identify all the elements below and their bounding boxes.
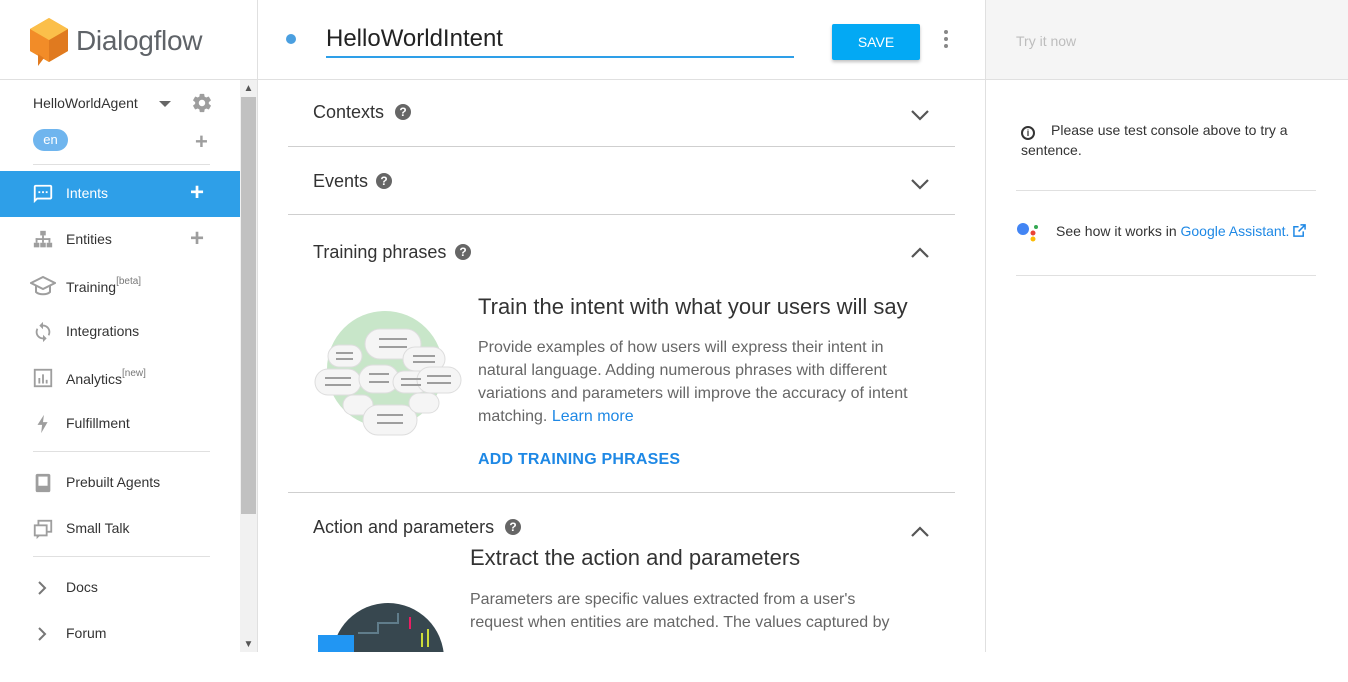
small-talk-icon <box>33 519 53 540</box>
status-dot <box>286 34 296 44</box>
sidebar-nav: HelloWorldAgent en + Intents + Entities … <box>0 80 240 652</box>
logo-row: Dialogflow <box>0 0 257 80</box>
sidebar-item-fulfillment[interactable]: Fulfillment <box>0 401 240 447</box>
dialogflow-logo-icon <box>30 18 68 66</box>
section-title: Contexts <box>313 102 385 122</box>
help-icon[interactable]: ? <box>376 173 392 189</box>
sidebar-item-forum[interactable]: Forum <box>0 611 240 652</box>
section-title: Training phrases <box>313 242 447 262</box>
section-title: Action and parameters <box>313 517 495 537</box>
external-link-icon[interactable] <box>1293 224 1307 237</box>
sidebar-item-label: Small Talk <box>66 520 130 536</box>
help-icon[interactable]: ? <box>455 244 471 260</box>
learn-more-link[interactable]: Learn more <box>552 408 634 425</box>
sidebar-item-training[interactable]: Training[beta] <box>0 263 240 309</box>
section-action-parameters: Action and parameters ? Extract the acti… <box>288 493 955 652</box>
info-message: i Please use test console above to try a … <box>1021 122 1288 158</box>
section-training-phrases: Training phrases ? Train the intent with… <box>288 215 955 492</box>
sidebar-item-label: Prebuilt Agents <box>66 474 161 490</box>
help-icon[interactable]: ? <box>505 519 521 535</box>
sidebar-item-label: Integrations <box>66 323 140 339</box>
sidebar: Dialogflow HelloWorldAgent en + Intents … <box>0 0 258 652</box>
add-entity-icon[interactable]: + <box>190 227 204 251</box>
add-training-phrases-button[interactable]: ADD TRAINING PHRASES <box>478 451 680 469</box>
try-it-bar <box>986 0 1348 80</box>
test-console: iPlease use test console above to try a … <box>985 0 1348 652</box>
analytics-icon <box>33 368 53 388</box>
chevron-right-icon <box>38 581 47 595</box>
training-description: Provide examples of how users will expre… <box>478 339 908 425</box>
chevron-up-icon[interactable] <box>910 525 930 539</box>
entities-icon <box>33 230 53 248</box>
sidebar-item-label: Analytics[new] <box>66 368 146 387</box>
divider <box>33 556 210 557</box>
section-title: Events <box>313 171 369 191</box>
intent-name-input[interactable] <box>326 22 794 58</box>
add-language-icon[interactable]: + <box>195 131 208 153</box>
divider <box>33 164 210 165</box>
add-intent-icon[interactable]: + <box>190 181 204 205</box>
app-name: Dialogflow <box>76 25 203 56</box>
intents-icon <box>33 184 53 204</box>
try-it-input[interactable] <box>1016 30 1316 52</box>
action-parameters-illustration <box>318 603 444 652</box>
divider <box>33 451 210 452</box>
assistant-prefix: See how it works in <box>1056 223 1177 239</box>
sidebar-item-label: Entities <box>66 231 112 247</box>
training-icon <box>30 275 56 296</box>
scroll-up-icon[interactable]: ▲ <box>240 82 257 96</box>
sidebar-item-prebuilt-agents[interactable]: Prebuilt Agents <box>0 460 240 506</box>
scrollbar-thumb[interactable] <box>241 97 256 514</box>
chevron-up-icon[interactable] <box>910 246 930 260</box>
training-phrases-illustration <box>314 311 462 436</box>
caret-down-icon[interactable] <box>159 101 171 107</box>
intent-header: SAVE <box>258 0 985 80</box>
section-events[interactable]: Events ? <box>288 147 955 214</box>
action-description: Parameters are specific values extracted… <box>470 591 890 631</box>
sidebar-item-docs[interactable]: Docs <box>0 565 240 611</box>
prebuilt-agents-icon <box>35 473 51 493</box>
gear-icon[interactable] <box>191 92 213 114</box>
sidebar-item-integrations[interactable]: Integrations <box>0 309 240 355</box>
agent-selector[interactable]: HelloWorldAgent <box>33 92 223 114</box>
sidebar-item-label: Training[beta] <box>66 276 142 295</box>
help-icon[interactable]: ? <box>395 104 411 120</box>
divider <box>1016 190 1316 191</box>
training-heading: Train the intent with what your users wi… <box>478 294 908 319</box>
action-heading: Extract the action and parameters <box>470 545 801 570</box>
sidebar-item-intents[interactable]: Intents + <box>0 171 240 217</box>
scroll-down-icon[interactable]: ▼ <box>240 638 257 652</box>
chevron-down-icon[interactable] <box>910 108 930 122</box>
chevron-down-icon[interactable] <box>910 177 930 191</box>
sidebar-scrollbar[interactable]: ▲ ▼ <box>240 80 257 652</box>
sidebar-item-small-talk[interactable]: Small Talk <box>0 506 240 552</box>
sidebar-item-label: Fulfillment <box>66 415 130 431</box>
chevron-right-icon <box>38 627 47 641</box>
section-contexts[interactable]: Contexts ? <box>288 81 955 146</box>
sidebar-item-entities[interactable]: Entities + <box>0 217 240 263</box>
google-assistant-icon <box>1017 223 1038 242</box>
sidebar-item-label: Intents <box>66 185 109 201</box>
agent-name: HelloWorldAgent <box>33 95 138 111</box>
info-icon: i <box>1021 126 1035 140</box>
sidebar-item-label: Docs <box>66 579 98 595</box>
intent-editor: Contexts ? Events ? Training phrases ? T… <box>258 81 985 652</box>
sidebar-item-analytics[interactable]: Analytics[new] <box>0 355 240 401</box>
sidebar-item-label: Forum <box>66 625 107 641</box>
language-badge[interactable]: en <box>33 129 68 151</box>
fulfillment-icon <box>37 414 48 434</box>
integrations-icon <box>35 321 51 343</box>
google-assistant-link[interactable]: Google Assistant. <box>1181 223 1290 239</box>
divider <box>1016 275 1316 276</box>
more-vert-icon[interactable] <box>940 30 952 50</box>
save-button[interactable]: SAVE <box>832 24 920 60</box>
